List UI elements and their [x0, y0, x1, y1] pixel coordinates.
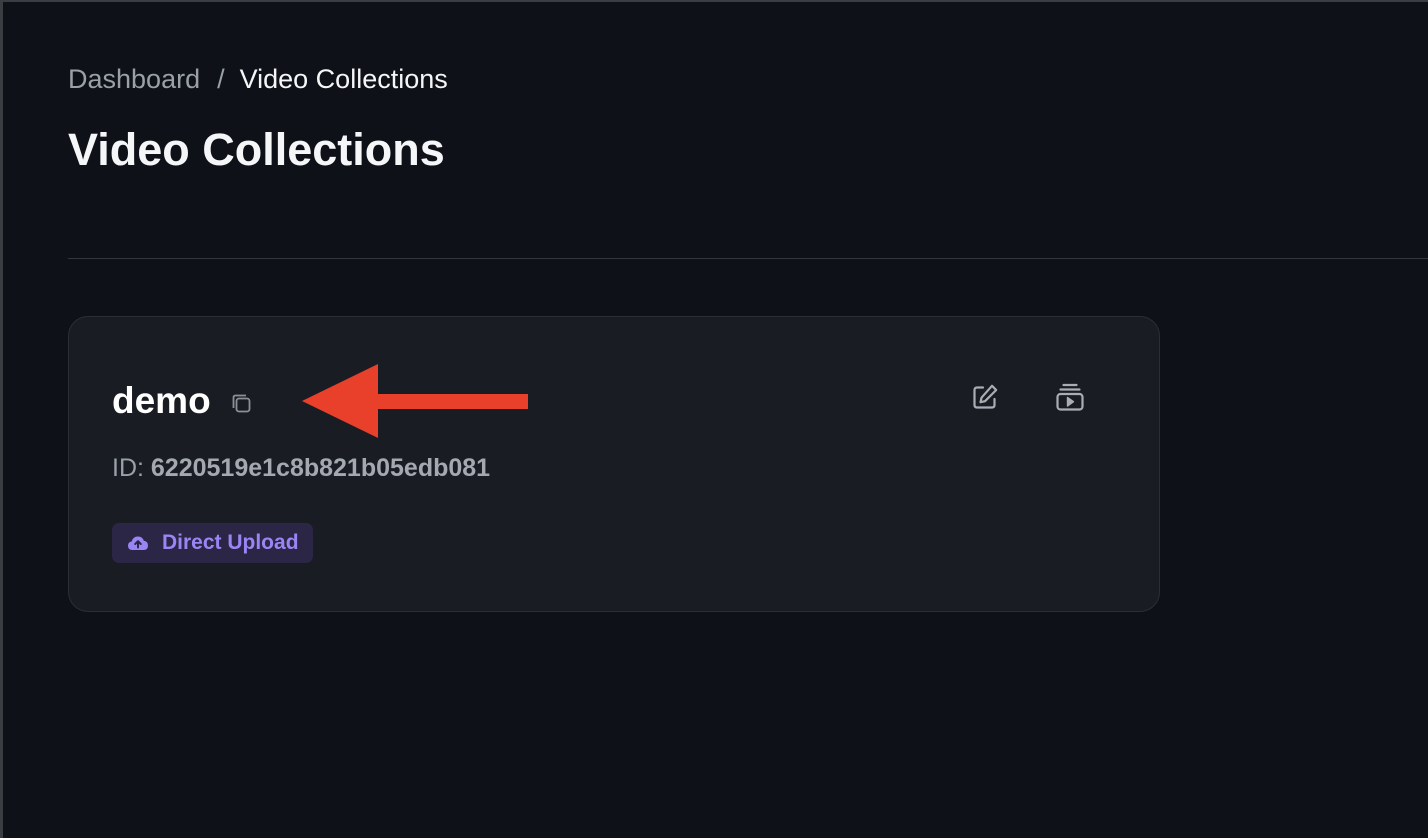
direct-upload-badge: Direct Upload	[112, 523, 313, 563]
copy-icon[interactable]	[229, 391, 255, 417]
collection-id-label: ID:	[112, 454, 144, 482]
collection-id: ID: 6220519e1c8b821b05edb081	[112, 453, 490, 483]
edit-icon[interactable]	[967, 379, 1003, 415]
divider	[68, 258, 1428, 259]
breadcrumb: Dashboard / Video Collections	[68, 62, 448, 96]
page-title: Video Collections	[68, 124, 445, 175]
collection-name: demo	[112, 380, 211, 421]
red-arrow-annotation	[302, 364, 528, 438]
breadcrumb-separator: /	[217, 64, 225, 94]
badge-label: Direct Upload	[162, 531, 299, 554]
breadcrumb-current: Video Collections	[239, 64, 448, 94]
breadcrumb-dashboard-link[interactable]: Dashboard	[68, 64, 200, 94]
collection-id-value: 6220519e1c8b821b05edb081	[150, 454, 491, 482]
collection-card: demo ID: 6220519e1c8b821b05edb081 Direct…	[68, 316, 1160, 612]
cloud-upload-icon	[128, 536, 148, 550]
video-library-icon[interactable]	[1052, 379, 1088, 415]
